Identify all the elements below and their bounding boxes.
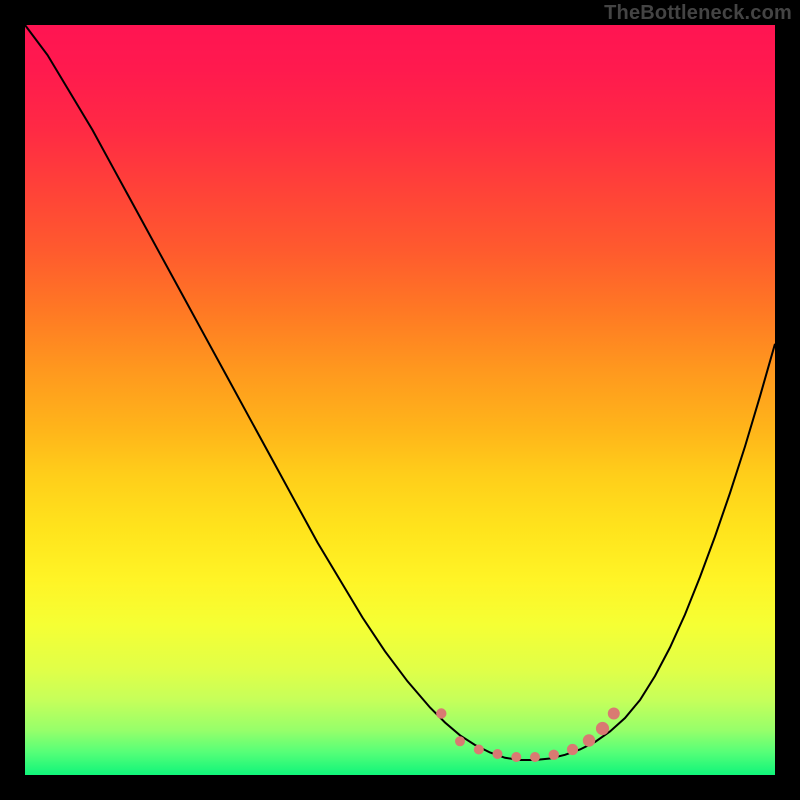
marker-point: [608, 708, 620, 720]
marker-point: [596, 722, 609, 735]
marker-point: [567, 744, 578, 755]
marker-point: [511, 752, 521, 762]
marker-point: [583, 734, 595, 746]
marker-point: [549, 750, 559, 760]
marker-point: [493, 749, 503, 759]
chart-container: TheBottleneck.com: [0, 0, 800, 800]
bottleneck-chart: [0, 0, 800, 800]
marker-point: [530, 752, 540, 762]
marker-point: [436, 708, 446, 718]
watermark-label: TheBottleneck.com: [604, 2, 792, 25]
marker-point: [455, 736, 465, 746]
marker-point: [474, 745, 484, 755]
